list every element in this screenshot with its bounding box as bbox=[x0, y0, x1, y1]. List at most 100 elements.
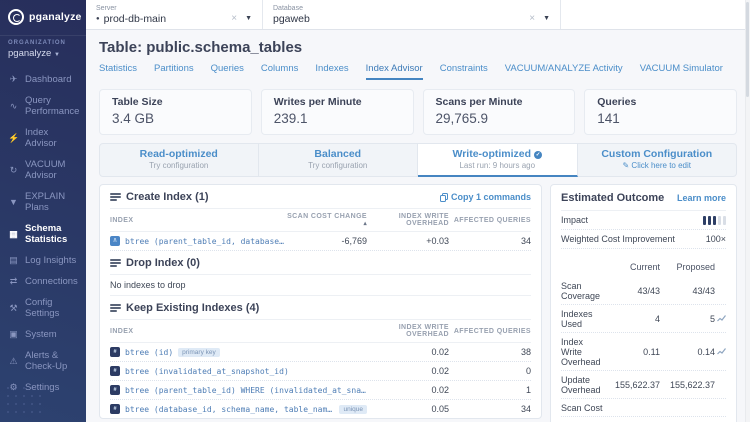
database-selector[interactable]: Database pgaweb × ▼ bbox=[263, 0, 561, 29]
sidebar-item-vacuum-advisor[interactable]: ↻VACUUM Advisor bbox=[0, 154, 86, 186]
index-icon: # bbox=[110, 385, 120, 395]
chevron-down-icon[interactable]: ▼ bbox=[245, 15, 252, 22]
config-tab-balanced[interactable]: Balanced Try configuration bbox=[259, 143, 419, 177]
main-content: Table: public.schema_tables Statistics P… bbox=[86, 30, 750, 422]
tab-columns[interactable]: Columns bbox=[261, 63, 299, 80]
config-tab-custom[interactable]: Custom Configuration ✎ Click here to edi… bbox=[578, 143, 738, 177]
keep-index-row: # btree (database_id, schema_name, table… bbox=[110, 400, 531, 418]
table-tabs: Statistics Partitions Queries Columns In… bbox=[99, 63, 737, 80]
sidebar-decoration-dots bbox=[4, 384, 44, 418]
sidebar-item-log-insights[interactable]: ▤Log Insights bbox=[0, 250, 86, 271]
learn-more-link[interactable]: Learn more bbox=[677, 193, 726, 203]
vertical-scrollbar[interactable] bbox=[745, 0, 750, 422]
chevron-down-icon[interactable]: ▼ bbox=[543, 15, 550, 22]
server-selector[interactable]: Server ● prod-db-main × ▼ bbox=[86, 0, 263, 29]
index-icon: # bbox=[110, 404, 120, 414]
index-definition-link[interactable]: btree (database_id, schema_name, table_n… bbox=[125, 405, 334, 414]
new-index-icon: /\ bbox=[110, 236, 120, 246]
index-icon: # bbox=[110, 366, 120, 376]
keep-indexes-title: Keep Existing Indexes (4) bbox=[126, 302, 259, 314]
tab-vacuum-simulator[interactable]: VACUUM Simulator bbox=[640, 63, 723, 80]
arrows-icon: ⇄ bbox=[8, 276, 19, 287]
outcome-column-headers: Current Proposed bbox=[561, 255, 726, 277]
check-icon: ✓ bbox=[534, 151, 542, 159]
pganalyze-logo-text: pganalyze bbox=[29, 11, 82, 23]
trend-chart-icon[interactable] bbox=[717, 315, 726, 322]
edit-icon: ✎ bbox=[622, 161, 629, 170]
clear-icon[interactable]: × bbox=[231, 13, 237, 24]
sidebar-item-schema-statistics[interactable]: ▦Schema Statistics bbox=[0, 218, 86, 250]
stat-card-scans-per-minute: Scans per Minute 29,765.9 bbox=[423, 89, 576, 135]
chart-line-icon: ∿ bbox=[8, 101, 19, 112]
funnel-icon: ▼ bbox=[8, 197, 19, 207]
outcome-row-indexes-used: Indexes Used 4 5 bbox=[561, 305, 726, 333]
index-definition-link[interactable]: btree (parent_table_id, database_id) WHE… bbox=[125, 237, 285, 246]
chevron-down-icon: ▼ bbox=[54, 52, 60, 58]
sidebar-item-dashboard[interactable]: ✈Dashboard bbox=[0, 69, 86, 90]
tab-constraints[interactable]: Constraints bbox=[440, 63, 488, 80]
log-lines-icon: ▤ bbox=[8, 255, 19, 266]
organization-switcher[interactable]: ORGANIZATION pganalyze ▼ bbox=[0, 35, 86, 67]
page-title: Table: public.schema_tables bbox=[99, 39, 737, 56]
sidebar-item-explain-plans[interactable]: ▼EXPLAIN Plans bbox=[0, 186, 86, 218]
estimated-outcome-title: Estimated Outcome bbox=[561, 192, 664, 204]
drop-index-title: Drop Index (0) bbox=[126, 257, 200, 269]
sidebar-item-system[interactable]: ▣System bbox=[0, 324, 86, 345]
estimated-outcome-panel: Estimated Outcome Learn more Impact Weig… bbox=[550, 184, 737, 422]
config-tab-write-optimized[interactable]: Write-optimized✓ Last run: 9 hours ago bbox=[418, 143, 578, 177]
index-recommendations-panel: Create Index (1) Copy 1 commands INDEX S… bbox=[99, 184, 542, 419]
tab-index-advisor[interactable]: Index Advisor bbox=[366, 63, 423, 80]
weighted-cost-improvement-value: 100× bbox=[706, 234, 726, 244]
database-value: pgaweb bbox=[273, 13, 310, 25]
tab-indexes[interactable]: Indexes bbox=[315, 63, 348, 80]
outcome-row-update-overhead: Update Overhead 155,622.37 155,622.37 bbox=[561, 371, 726, 399]
system-icon: ▣ bbox=[8, 329, 19, 340]
create-index-row: /\ btree (parent_table_id, database_id) … bbox=[110, 232, 531, 251]
server-status-dot: ● bbox=[96, 16, 100, 22]
create-index-column-headers: INDEX SCAN COST CHANGE ▴ INDEX WRITE OVE… bbox=[110, 209, 531, 232]
sidebar-item-index-advisor[interactable]: ⚡Index Advisor bbox=[0, 122, 86, 154]
impact-row: Impact bbox=[561, 211, 726, 230]
stat-card-table-size: Table Size 3.4 GB bbox=[99, 89, 252, 135]
outcome-row-index-write-overhead: Index Write Overhead 0.11 0.14 bbox=[561, 333, 726, 371]
keep-index-row: # btree (parent_table_id) WHERE (invalid… bbox=[110, 381, 531, 400]
sidebar-nav: ✈Dashboard ∿Query Performance ⚡Index Adv… bbox=[0, 69, 86, 398]
tab-partitions[interactable]: Partitions bbox=[154, 63, 194, 80]
organization-name: pganalyze bbox=[8, 48, 51, 59]
trend-chart-icon[interactable] bbox=[717, 348, 726, 355]
sidebar-item-connections[interactable]: ⇄Connections bbox=[0, 271, 86, 292]
index-definition-link[interactable]: btree (id) bbox=[125, 348, 173, 357]
configuration-tabs: Read-optimized Try configuration Balance… bbox=[99, 143, 737, 177]
tab-vacuum-analyze-activity[interactable]: VACUUM/ANALYZE Activity bbox=[505, 63, 623, 80]
table-grid-icon: ▦ bbox=[8, 229, 19, 240]
alert-icon: ⚠ bbox=[8, 356, 19, 367]
stat-card-writes-per-minute: Writes per Minute 239.1 bbox=[261, 89, 414, 135]
copy-commands-link[interactable]: Copy 1 commands bbox=[440, 192, 531, 202]
sidebar-item-alerts[interactable]: ⚠Alerts & Check-Up bbox=[0, 345, 86, 377]
sidebar-item-config-settings[interactable]: ⚒Config Settings bbox=[0, 292, 86, 324]
sort-column-scan-cost[interactable]: SCAN COST CHANGE ▴ bbox=[285, 213, 367, 227]
stat-cards: Table Size 3.4 GB Writes per Minute 239.… bbox=[99, 89, 737, 135]
organization-label: ORGANIZATION bbox=[8, 40, 78, 46]
unique-badge: unique bbox=[339, 405, 367, 414]
scrollbar-thumb[interactable] bbox=[746, 2, 749, 97]
primary-key-badge: primary key bbox=[178, 348, 220, 357]
index-icon: # bbox=[110, 347, 120, 357]
config-tab-read-optimized[interactable]: Read-optimized Try configuration bbox=[99, 143, 259, 177]
keep-indexes-section-header: Keep Existing Indexes (4) bbox=[110, 296, 531, 320]
index-definition-link[interactable]: btree (invalidated_at_snapshot_id) bbox=[125, 367, 289, 376]
keep-indexes-column-headers: INDEX INDEX WRITE OVERHEAD AFFECTED QUER… bbox=[110, 320, 531, 343]
database-label: Database bbox=[273, 5, 550, 12]
weighted-cost-improvement-row: Weighted Cost Improvement 100× bbox=[561, 230, 726, 249]
list-gear-icon bbox=[110, 193, 121, 201]
outcome-row-scan-coverage: Scan Coverage 43/43 43/43 bbox=[561, 277, 726, 305]
tab-statistics[interactable]: Statistics bbox=[99, 63, 137, 80]
clear-icon[interactable]: × bbox=[529, 13, 535, 24]
bolt-icon: ⚡ bbox=[8, 133, 19, 144]
tab-queries[interactable]: Queries bbox=[211, 63, 244, 80]
drop-index-empty-message: No indexes to drop bbox=[110, 275, 531, 296]
index-definition-link[interactable]: btree (parent_table_id) WHERE (invalidat… bbox=[125, 386, 367, 395]
sidebar-item-query-performance[interactable]: ∿Query Performance bbox=[0, 90, 86, 122]
pganalyze-logo[interactable]: pganalyze bbox=[0, 0, 86, 35]
pganalyze-logo-icon bbox=[8, 9, 24, 25]
